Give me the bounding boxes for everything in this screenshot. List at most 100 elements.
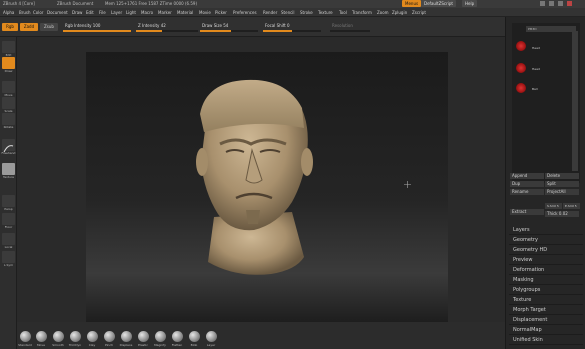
brush-trimdyn[interactable]: TrimDyn xyxy=(68,331,82,347)
section-layers[interactable]: Layers xyxy=(509,225,583,235)
rgb-intensity-slider[interactable]: Rgb Intensity 100 xyxy=(63,23,131,32)
subtool-label[interactable]: Head xyxy=(532,67,540,71)
section-preview[interactable]: Preview xyxy=(509,255,583,265)
rename-button[interactable]: Rename xyxy=(510,189,544,195)
menu-zscript[interactable]: Zscript xyxy=(412,10,426,15)
brush-pinch[interactable]: Pinch xyxy=(102,331,116,347)
menu-alpha[interactable]: Alpha xyxy=(3,10,14,15)
brush-icon xyxy=(52,331,64,342)
menu-macro[interactable]: Macro xyxy=(141,10,153,15)
e-smooth-slider[interactable]: E.Smt 5 xyxy=(563,203,580,209)
brush-displace[interactable]: Displace xyxy=(119,331,133,347)
rotate-button[interactable] xyxy=(2,113,15,125)
sculpted-head-model xyxy=(196,79,313,275)
lsym-button[interactable] xyxy=(2,251,15,263)
texture-slot[interactable] xyxy=(2,163,15,175)
brush-blob[interactable]: Blob xyxy=(187,331,201,347)
menu-brush[interactable]: Brush xyxy=(19,10,31,15)
menu-stencil[interactable]: Stencil xyxy=(281,10,295,15)
rgb-button[interactable]: Rgb xyxy=(2,23,18,31)
brush-magnify[interactable]: Magnify xyxy=(153,331,167,347)
restore-icon[interactable] xyxy=(558,1,563,6)
draw-size-slider[interactable]: Draw Size 54 xyxy=(200,23,258,32)
duplicate-button[interactable]: Dup xyxy=(510,181,544,187)
section-normalmap[interactable]: NormalMap xyxy=(509,325,583,335)
section-polygroups[interactable]: Polygroups xyxy=(509,285,583,295)
help-button[interactable]: Help xyxy=(462,0,478,7)
draw-button[interactable] xyxy=(2,57,15,69)
close-icon[interactable] xyxy=(567,1,572,6)
brush-move[interactable]: Move xyxy=(34,331,48,347)
subtool-header: PM3D xyxy=(526,26,576,32)
minimize-icon[interactable] xyxy=(540,1,545,6)
brush-flatten[interactable]: Flatten xyxy=(170,331,184,347)
append-button[interactable]: Append xyxy=(510,173,544,179)
zadd-button[interactable]: Zadd xyxy=(20,23,38,31)
menu-marker[interactable]: Marker xyxy=(158,10,172,15)
menu-tool[interactable]: Tool xyxy=(339,10,347,15)
brush-layer[interactable]: Layer xyxy=(204,331,218,347)
section-geometry-hd[interactable]: Geometry HD xyxy=(509,245,583,255)
menu-color[interactable]: Color xyxy=(33,10,43,15)
z-intensity-slider[interactable]: Z Intensity 42 xyxy=(136,23,198,32)
section-unified-skin[interactable]: Unified Skin xyxy=(509,335,583,345)
resolution-slider[interactable]: Resolution xyxy=(330,23,370,32)
brush-smooth[interactable]: Smooth xyxy=(51,331,65,347)
thickness-slider[interactable]: Thick 0.02 xyxy=(545,211,579,217)
brush-icon xyxy=(120,331,132,342)
brush-clay[interactable]: Clay xyxy=(85,331,99,347)
menu-file[interactable]: File xyxy=(99,10,106,15)
section-deformation[interactable]: Deformation xyxy=(509,265,583,275)
menu-preferences[interactable]: Preferences xyxy=(233,10,257,15)
extract-button[interactable]: Extract xyxy=(510,209,544,215)
top-toolbar: Rgb Zadd Zsub Rgb Intensity 100 Z Intens… xyxy=(0,17,505,37)
menu-picker[interactable]: Picker xyxy=(215,10,227,15)
scale-button[interactable] xyxy=(2,97,15,109)
edit-button[interactable] xyxy=(2,41,15,53)
menu-transform[interactable]: Transform xyxy=(352,10,372,15)
focal-shift-slider[interactable]: Focal Shift 0 xyxy=(263,23,321,32)
section-morph-target[interactable]: Morph Target xyxy=(509,305,583,315)
menu-material[interactable]: Material xyxy=(177,10,193,15)
menu-draw[interactable]: Draw xyxy=(72,10,82,15)
section-texture[interactable]: Texture xyxy=(509,295,583,305)
menu-zoom[interactable]: Zoom xyxy=(377,10,389,15)
menu-zplugin[interactable]: Zplugin xyxy=(392,10,407,15)
brush-standard[interactable]: Standard xyxy=(18,331,32,347)
freehand-stroke-button[interactable] xyxy=(2,139,15,153)
local-button[interactable] xyxy=(2,233,15,245)
subtool-scrollbar[interactable] xyxy=(572,31,578,171)
subtool-thumb-icon[interactable] xyxy=(516,83,526,93)
s-smooth-slider[interactable]: S.Smt 5 xyxy=(545,203,562,209)
menu-layer[interactable]: Layer xyxy=(111,10,122,15)
delete-button[interactable]: Delete xyxy=(545,173,579,179)
brush-elastic[interactable]: Elastic xyxy=(136,331,150,347)
section-displacement[interactable]: Displacement xyxy=(509,315,583,325)
menu-bar: Alpha Brush Color Document Draw Edit Fil… xyxy=(0,8,585,17)
maximize-icon[interactable] xyxy=(549,1,554,6)
menu-render[interactable]: Render xyxy=(263,10,277,15)
menu-light[interactable]: Light xyxy=(126,10,136,15)
section-masking[interactable]: Masking xyxy=(509,275,583,285)
section-geometry[interactable]: Geometry xyxy=(509,235,583,245)
menu-texture[interactable]: Texture xyxy=(318,10,333,15)
menu-edit[interactable]: Edit xyxy=(86,10,94,15)
brush-icon xyxy=(188,331,200,342)
default-zscript-button[interactable]: DefaultZScript xyxy=(421,0,456,7)
menu-stroke[interactable]: Stroke xyxy=(300,10,313,15)
brush-icon xyxy=(35,331,47,342)
menus-button[interactable]: Menus xyxy=(402,0,422,7)
move-button[interactable] xyxy=(2,81,15,93)
subtool-label[interactable]: Head xyxy=(532,46,540,50)
project-all-button[interactable]: ProjectAll xyxy=(545,189,579,195)
menu-document[interactable]: Document xyxy=(47,10,68,15)
zsub-button[interactable]: Zsub xyxy=(40,23,58,31)
subtool-thumb-icon[interactable] xyxy=(516,41,526,51)
subtool-label[interactable]: Ball xyxy=(532,87,538,91)
subtool-thumb-icon[interactable] xyxy=(516,63,526,73)
menu-movie[interactable]: Movie xyxy=(199,10,211,15)
split-button[interactable]: Split xyxy=(545,181,579,187)
persp-button[interactable] xyxy=(2,195,15,207)
floor-button[interactable] xyxy=(2,213,15,225)
canvas-viewport[interactable] xyxy=(86,52,448,322)
